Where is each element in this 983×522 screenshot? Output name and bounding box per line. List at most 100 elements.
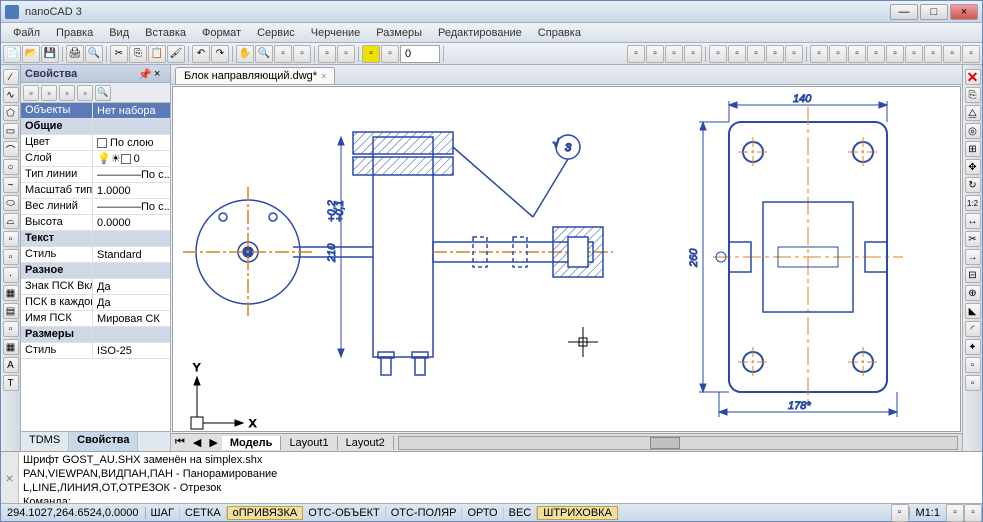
tool-b-icon[interactable]: ▫: [293, 45, 311, 63]
layout-2[interactable]: Layout2: [338, 436, 394, 450]
trim-icon[interactable]: ✂: [965, 231, 981, 247]
dim-tool-2[interactable]: ▫: [646, 45, 664, 63]
drawing-canvas[interactable]: √ 3 210 +0,2 +0,1: [172, 86, 961, 432]
scale-icon[interactable]: 1:2: [965, 195, 981, 211]
layer-combo[interactable]: 0: [400, 45, 440, 63]
dim-tool-7[interactable]: ▫: [747, 45, 765, 63]
spline-icon[interactable]: ~: [3, 177, 19, 193]
layout-nav-first[interactable]: ⏮: [171, 436, 189, 449]
status-icon-1[interactable]: ▫: [891, 504, 909, 522]
break-icon[interactable]: ⊟: [965, 267, 981, 283]
menu-file[interactable]: Файл: [5, 25, 48, 41]
menu-view[interactable]: Вид: [101, 25, 137, 41]
rotate-icon[interactable]: ↻: [965, 177, 981, 193]
dim-tool-13[interactable]: ▫: [867, 45, 885, 63]
fillet-icon[interactable]: ◜: [965, 321, 981, 337]
polar-toggle[interactable]: ОТС-ПОЛЯР: [386, 507, 463, 519]
preview-icon[interactable]: 🔍: [85, 45, 103, 63]
menu-dim[interactable]: Размеры: [368, 25, 430, 41]
prop-linetype[interactable]: Тип линии————По с...: [21, 167, 170, 183]
tab-tdms[interactable]: TDMS: [21, 432, 69, 451]
prop-selection-row[interactable]: Объекты Нет набора: [21, 103, 170, 119]
dim-tool-8[interactable]: ▫: [766, 45, 784, 63]
polygon-icon[interactable]: ⬠: [3, 105, 19, 121]
hscroll[interactable]: [398, 436, 958, 450]
dim-tool-15[interactable]: ▫: [905, 45, 923, 63]
chamfer-icon[interactable]: ◣: [965, 303, 981, 319]
layer-prop-icon[interactable]: ▫: [318, 45, 336, 63]
gradient-icon[interactable]: ▤: [3, 303, 19, 319]
new-icon[interactable]: 📄: [3, 45, 21, 63]
prop-tb-1[interactable]: ▫: [23, 85, 39, 101]
prop-ltscale[interactable]: Масштаб типа ...1.0000: [21, 183, 170, 199]
layer-state-icon[interactable]: ▫: [381, 45, 399, 63]
otrack-toggle[interactable]: ОТС-ОБЪЕКТ: [303, 507, 385, 519]
arc-icon[interactable]: ⌒: [3, 141, 19, 157]
layout-nav-prev[interactable]: ◀: [189, 436, 205, 449]
cmd-handle-icon[interactable]: ×: [1, 452, 19, 503]
dim-tool-14[interactable]: ▫: [886, 45, 904, 63]
open-icon[interactable]: 📂: [22, 45, 40, 63]
mod-18-icon[interactable]: ▫: [965, 375, 981, 391]
cut-icon[interactable]: ✂: [110, 45, 128, 63]
panel-close-icon[interactable]: ×: [154, 68, 166, 80]
prop-tb-3[interactable]: ▫: [59, 85, 75, 101]
point-icon[interactable]: ·: [3, 267, 19, 283]
pin-icon[interactable]: 📌: [138, 68, 150, 80]
props-icon[interactable]: ▫: [337, 45, 355, 63]
dim-tool-5[interactable]: ▫: [709, 45, 727, 63]
prop-ucsname[interactable]: Имя ПСКМировая СК: [21, 311, 170, 327]
mtext-icon[interactable]: A: [3, 357, 19, 373]
document-tab[interactable]: Блок направляющий.dwg* ×: [175, 67, 335, 84]
menu-format[interactable]: Формат: [194, 25, 249, 41]
rect-icon[interactable]: ▭: [3, 123, 19, 139]
region-icon[interactable]: ▫: [3, 321, 19, 337]
dim-tool-16[interactable]: ▫: [924, 45, 942, 63]
menu-help[interactable]: Справка: [530, 25, 589, 41]
ellipse-icon[interactable]: ⬭: [3, 195, 19, 211]
close-button[interactable]: ×: [950, 4, 978, 20]
ellipse-arc-icon[interactable]: ⌓: [3, 213, 19, 229]
dim-tool-3[interactable]: ▫: [665, 45, 683, 63]
color-yellow-icon[interactable]: ▫: [362, 45, 380, 63]
snap-toggle[interactable]: ШАГ: [146, 507, 180, 519]
pan-icon[interactable]: ✋: [236, 45, 254, 63]
dim-tool-4[interactable]: ▫: [684, 45, 702, 63]
prop-group-text[interactable]: Текст: [21, 231, 170, 247]
move-icon[interactable]: ✥: [965, 159, 981, 175]
menu-modify[interactable]: Редактирование: [430, 25, 530, 41]
mirror-icon[interactable]: ⧋: [965, 105, 981, 121]
prop-height[interactable]: Высота0.0000: [21, 215, 170, 231]
prop-textstyle[interactable]: СтильStandard: [21, 247, 170, 263]
menu-service[interactable]: Сервис: [249, 25, 303, 41]
maximize-button[interactable]: □: [920, 4, 948, 20]
offset-icon[interactable]: ◎: [965, 123, 981, 139]
polyline-icon[interactable]: ∿: [3, 87, 19, 103]
hatch-icon[interactable]: ▦: [3, 285, 19, 301]
explode-icon[interactable]: ✦: [965, 339, 981, 355]
zoom-icon[interactable]: 🔍: [255, 45, 273, 63]
layout-1[interactable]: Layout1: [281, 436, 337, 450]
menu-insert[interactable]: Вставка: [137, 25, 194, 41]
print-icon[interactable]: 🖨: [66, 45, 84, 63]
doc-tab-close-icon[interactable]: ×: [321, 71, 326, 81]
make-block-icon[interactable]: ▫: [3, 249, 19, 265]
join-icon[interactable]: ⊕: [965, 285, 981, 301]
copy-obj-icon[interactable]: ⎘: [965, 87, 981, 103]
tab-props[interactable]: Свойства: [69, 432, 138, 451]
dim-tool-10[interactable]: ▫: [810, 45, 828, 63]
prop-tb-4[interactable]: ▫: [77, 85, 93, 101]
line-icon[interactable]: ∕: [3, 69, 19, 85]
delete-icon[interactable]: ✕: [965, 69, 981, 85]
dim-tool-1[interactable]: ▫: [627, 45, 645, 63]
circle-icon[interactable]: ○: [3, 159, 19, 175]
prop-ucseach[interactable]: ПСК в каждом ...Да: [21, 295, 170, 311]
menu-draw[interactable]: Черчение: [303, 25, 369, 41]
insert-block-icon[interactable]: ▫: [3, 231, 19, 247]
cmd-text[interactable]: Шрифт GOST_AU.SHX заменён на simplex.shx…: [19, 452, 982, 503]
prop-group-general[interactable]: Общие: [21, 119, 170, 135]
osnap-toggle[interactable]: оПРИВЯЗКА: [227, 506, 304, 520]
prop-tb-2[interactable]: ▫: [41, 85, 57, 101]
dim-tool-6[interactable]: ▫: [728, 45, 746, 63]
paste-icon[interactable]: 📋: [148, 45, 166, 63]
